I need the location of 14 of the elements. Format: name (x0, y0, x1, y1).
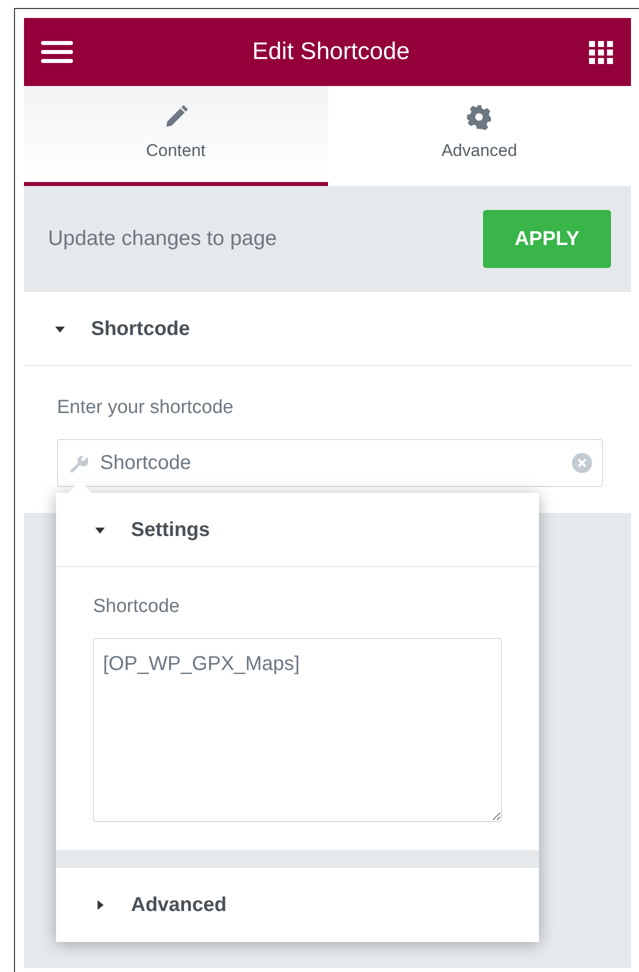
tab[interactable]: Content (24, 86, 328, 186)
section-header[interactable]: Shortcode (24, 292, 631, 366)
apply-message: Update changes to page (48, 226, 277, 252)
wrench-icon (68, 452, 88, 472)
grid-icon[interactable] (589, 40, 614, 64)
dynamic-tag-field[interactable]: Shortcode (57, 438, 603, 486)
menu-icon[interactable] (41, 41, 73, 63)
field-label: Enter your shortcode (57, 396, 234, 420)
shortcode-textarea[interactable]: [OP_WP_GPX_Maps] (93, 638, 502, 822)
field-label: Shortcode (93, 595, 181, 619)
section-header[interactable]: Advanced (56, 868, 539, 942)
window-title: Edit Shortcode (252, 37, 410, 67)
section-header[interactable]: Settings (56, 493, 539, 567)
settings-icon (466, 104, 492, 130)
